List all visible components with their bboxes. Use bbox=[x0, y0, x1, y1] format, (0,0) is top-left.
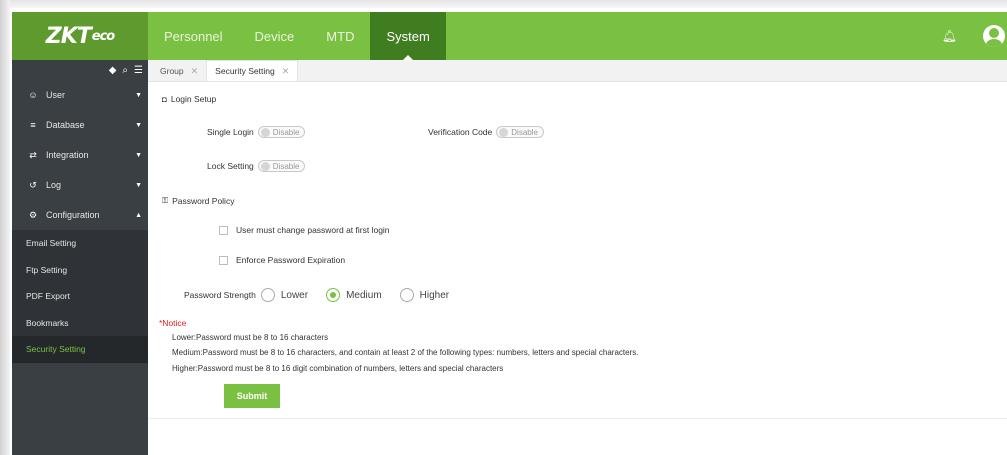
lock-setting-label: Lock Setting bbox=[207, 161, 254, 171]
password-strength-field: Password Strength Lower Medium Higher bbox=[184, 288, 462, 302]
strength-option-higher[interactable]: Higher bbox=[399, 288, 462, 302]
swap-icon: ⇄ bbox=[29, 149, 37, 160]
radio-label: Medium bbox=[346, 289, 382, 301]
notice-line-lower: Lower:Password must be 8 to 16 character… bbox=[172, 333, 329, 342]
sidebar-item-database[interactable]: ≡ Database ▼ bbox=[12, 110, 148, 140]
change-first-login-checkbox[interactable] bbox=[219, 225, 228, 235]
database-icon: ≡ bbox=[30, 120, 36, 130]
submenu-bookmarks[interactable]: Bookmarks bbox=[12, 310, 148, 337]
notice-title: *Notice bbox=[159, 318, 187, 328]
nav-mtd[interactable]: MTD bbox=[310, 12, 370, 60]
notice-line-medium: Medium:Password must be 8 to 16 characte… bbox=[172, 348, 639, 357]
sidebar-menu: ☺ User ▼ ≡ Database ▼ ⇄ Integration ▼ ↺ … bbox=[12, 80, 148, 230]
tab-security-setting[interactable]: Security Setting ✕ bbox=[206, 60, 299, 81]
cogs-icon: ⚙ bbox=[28, 209, 38, 220]
search-icon[interactable]: ⌕ bbox=[122, 65, 128, 76]
strength-option-medium[interactable]: Medium bbox=[326, 288, 395, 302]
verification-code-toggle[interactable]: Disable bbox=[496, 126, 544, 138]
close-icon[interactable]: ✕ bbox=[282, 66, 290, 77]
single-login-toggle[interactable]: Disable bbox=[257, 126, 306, 138]
main-content: ◘ Login Setup Single Login Disable Verif… bbox=[148, 82, 1007, 455]
tag-icon[interactable]: ◆ bbox=[109, 65, 117, 76]
toggle-state: Disable bbox=[511, 127, 538, 137]
list-icon[interactable]: ☰ bbox=[134, 65, 143, 76]
window-frame-top bbox=[0, 0, 1007, 8]
toggle-knob bbox=[260, 127, 270, 137]
window-frame-left bbox=[0, 0, 10, 455]
sidebar-item-label: Integration bbox=[46, 150, 89, 160]
password-strength-label: Password Strength bbox=[184, 290, 256, 300]
enforce-expiration-label: Enforce Password Expiration bbox=[236, 255, 346, 265]
sidebar-item-log[interactable]: ↺ Log ▼ bbox=[12, 170, 148, 200]
logo-text: ZKT bbox=[45, 23, 92, 49]
sidebar-toolbar: ◆ ⌕ ☰ bbox=[12, 60, 148, 80]
caret-down-icon: ▼ bbox=[135, 181, 142, 189]
nav-device[interactable]: Device bbox=[239, 12, 311, 60]
users-icon: ☺ bbox=[28, 90, 38, 100]
submenu-security-setting[interactable]: Security Setting bbox=[12, 336, 148, 363]
change-first-login-label: User must change password at first login bbox=[236, 225, 390, 235]
tab-label: Group bbox=[160, 66, 184, 76]
radio-button-checked[interactable] bbox=[326, 288, 341, 302]
radio-button[interactable] bbox=[399, 288, 414, 302]
zkteco-logo[interactable]: ZKT eco bbox=[12, 12, 148, 60]
logo-suffix: eco bbox=[91, 28, 115, 44]
caret-up-icon: ▲ bbox=[135, 211, 142, 219]
key-icon: ⚿ bbox=[162, 196, 169, 205]
single-login-field: Single Login Disable bbox=[207, 126, 306, 138]
toggle-knob bbox=[499, 127, 509, 137]
sidebar-item-configuration[interactable]: ⚙ Configuration ▲ bbox=[12, 200, 148, 230]
strength-option-lower[interactable]: Lower bbox=[260, 288, 321, 302]
password-policy-title: ⚿ Password Policy bbox=[162, 196, 234, 206]
shield-icon: ◘ bbox=[162, 94, 167, 104]
sidebar: ◆ ⌕ ☰ ☺ User ▼ ≡ Database ▼ ⇄ Integratio… bbox=[12, 60, 148, 455]
caret-down-icon: ▼ bbox=[135, 121, 142, 129]
top-header: ZKT eco Personnel Device MTD System 🔔︎ bbox=[12, 12, 1007, 61]
sidebar-item-label: Database bbox=[46, 120, 85, 130]
notice-line-higher: Higher:Password must be 8 to 16 digit co… bbox=[172, 364, 504, 373]
sidebar-item-integration[interactable]: ⇄ Integration ▼ bbox=[12, 140, 148, 170]
main-nav: Personnel Device MTD System bbox=[148, 12, 446, 61]
radio-label: Lower bbox=[280, 289, 309, 301]
sidebar-item-label: Log bbox=[46, 180, 62, 190]
toggle-state: Disable bbox=[272, 127, 300, 137]
section-title-text: Password Policy bbox=[172, 196, 235, 206]
login-setup-title: ◘ Login Setup bbox=[162, 94, 216, 104]
radio-label: Higher bbox=[419, 289, 450, 301]
sidebar-item-label: Configuration bbox=[46, 210, 100, 220]
sidebar-item-label: User bbox=[46, 90, 66, 100]
verification-code-field: Verification Code Disable bbox=[428, 126, 544, 138]
history-icon: ↺ bbox=[29, 179, 37, 190]
lock-setting-toggle[interactable]: Disable bbox=[257, 160, 306, 172]
caret-down-icon: ▼ bbox=[135, 91, 142, 99]
submenu-email-setting[interactable]: Email Setting bbox=[12, 230, 148, 257]
verification-code-label: Verification Code bbox=[428, 127, 493, 137]
tab-bar: Group ✕ Security Setting ✕ bbox=[148, 60, 1007, 82]
radio-button[interactable] bbox=[260, 288, 275, 302]
nav-personnel[interactable]: Personnel bbox=[148, 12, 239, 60]
enforce-expiration-row: Enforce Password Expiration bbox=[219, 255, 345, 265]
submit-button[interactable]: Submit bbox=[224, 384, 280, 408]
change-first-login-row: User must change password at first login bbox=[219, 225, 390, 235]
toggle-knob bbox=[260, 161, 270, 171]
sidebar-item-user[interactable]: ☺ User ▼ bbox=[12, 80, 148, 110]
submenu-ftp-setting[interactable]: Ftp Setting bbox=[12, 257, 148, 284]
section-title-text: Login Setup bbox=[170, 94, 217, 104]
bell-icon[interactable]: 🔔︎ bbox=[942, 29, 957, 43]
content-divider bbox=[148, 418, 1007, 419]
tab-label: Security Setting bbox=[215, 66, 275, 76]
nav-system[interactable]: System bbox=[370, 12, 446, 61]
lock-setting-field: Lock Setting Disable bbox=[207, 160, 306, 172]
submenu-pdf-export[interactable]: PDF Export bbox=[12, 283, 148, 310]
toggle-state: Disable bbox=[272, 161, 300, 171]
single-login-label: Single Login bbox=[207, 127, 254, 137]
caret-down-icon: ▼ bbox=[135, 151, 142, 159]
header-right: 🔔︎ bbox=[942, 12, 1007, 60]
user-avatar-icon[interactable] bbox=[983, 25, 1005, 47]
close-icon[interactable]: ✕ bbox=[191, 66, 199, 77]
configuration-submenu: Email Setting Ftp Setting PDF Export Boo… bbox=[12, 230, 148, 363]
enforce-expiration-checkbox[interactable] bbox=[219, 255, 228, 265]
tab-group[interactable]: Group ✕ bbox=[152, 61, 206, 81]
